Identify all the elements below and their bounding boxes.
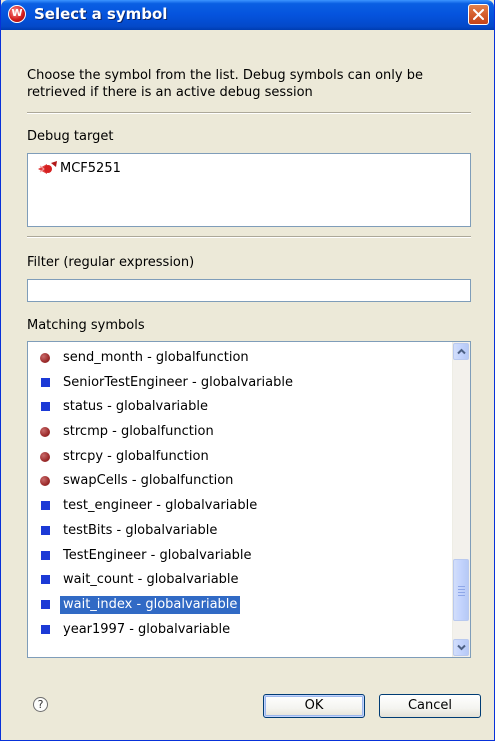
list-item[interactable]: SeniorTestEngineer - globalvariable <box>28 371 454 396</box>
variable-icon <box>41 550 50 560</box>
grip-line <box>458 589 465 590</box>
symbol-label: strcmp - globalfunction <box>63 424 214 440</box>
select-symbol-dialog: W Select a symbol Choose the symbol from… <box>0 0 495 741</box>
filter-input[interactable] <box>27 279 471 302</box>
scroll-down-button[interactable] <box>453 639 469 656</box>
symbol-label: testBits - globalvariable <box>63 522 218 538</box>
symbol-label: strcpy - globalfunction <box>63 448 209 464</box>
symbol-label: swapCells - globalfunction <box>63 473 234 489</box>
function-icon <box>40 451 50 462</box>
variable-icon <box>41 402 50 412</box>
variable-icon <box>41 575 50 585</box>
grip-line <box>458 586 465 587</box>
close-icon <box>473 9 484 20</box>
list-item[interactable]: status - globalvariable <box>28 395 454 420</box>
list-item[interactable]: swapCells - globalfunction <box>28 469 454 494</box>
debug-target-label-text: MCF5251 <box>60 161 121 176</box>
grip-line <box>458 592 465 593</box>
function-icon <box>40 427 50 438</box>
matching-symbols-label: Matching symbols <box>27 318 145 333</box>
list-item[interactable]: testBits - globalvariable <box>28 519 454 544</box>
symbol-label: SeniorTestEngineer - globalvariable <box>63 374 293 390</box>
list-item[interactable]: year1997 - globalvariable <box>28 618 454 643</box>
variable-icon <box>41 624 50 634</box>
list-item[interactable]: strcmp - globalfunction <box>28 420 454 445</box>
matching-symbols-list[interactable]: send_month - globalfunction SeniorTestEn… <box>27 341 471 658</box>
debug-target-list[interactable]: MCF5251 <box>27 153 471 227</box>
symbol-label: send_month - globalfunction <box>63 350 249 365</box>
dialog-title: Select a symbol <box>34 5 168 23</box>
dialog-description: Choose the symbol from the list. Debug s… <box>27 68 423 100</box>
variable-icon <box>41 501 50 511</box>
symbol-label: status - globalvariable <box>63 399 208 415</box>
symbol-label: wait_index - globalvariable <box>60 595 241 614</box>
grip-line <box>458 595 465 596</box>
symbol-label: wait_count - globalvariable <box>63 572 239 588</box>
chevron-up-icon <box>457 348 466 355</box>
list-item-selected[interactable]: wait_index - globalvariable <box>28 593 454 618</box>
function-icon <box>40 476 50 487</box>
windriver-icon: W <box>8 5 26 23</box>
vertical-scrollbar[interactable] <box>452 342 470 657</box>
list-item[interactable]: TestEngineer - globalvariable <box>28 544 454 569</box>
list-item[interactable]: send_month - globalfunction <box>28 346 454 371</box>
list-item[interactable]: strcpy - globalfunction <box>28 445 454 470</box>
debug-target-label: Debug target <box>27 129 114 144</box>
cancel-button[interactable]: Cancel <box>379 694 481 718</box>
filter-label: Filter (regular expression) <box>27 255 195 270</box>
scrollbar-thumb[interactable] <box>453 559 469 621</box>
list-item[interactable]: wait_count - globalvariable <box>28 568 454 593</box>
list-item[interactable]: test_engineer - globalvariable <box>28 494 454 519</box>
function-icon <box>40 353 50 363</box>
symbol-label: TestEngineer - globalvariable <box>63 547 252 563</box>
variable-icon <box>41 599 50 609</box>
help-icon[interactable]: ? <box>33 697 48 712</box>
symbol-label: year1997 - globalvariable <box>63 621 231 637</box>
separator <box>27 236 471 238</box>
debug-target-icon <box>38 161 57 174</box>
close-button[interactable] <box>468 4 489 25</box>
chevron-down-icon <box>457 644 466 651</box>
symbol-label: test_engineer - globalvariable <box>63 498 258 514</box>
scroll-up-button[interactable] <box>453 343 469 360</box>
title-bar[interactable]: W Select a symbol <box>1 0 494 30</box>
variable-icon <box>41 377 50 387</box>
separator <box>27 112 471 114</box>
ok-button[interactable]: OK <box>263 694 365 718</box>
variable-icon <box>41 525 50 535</box>
